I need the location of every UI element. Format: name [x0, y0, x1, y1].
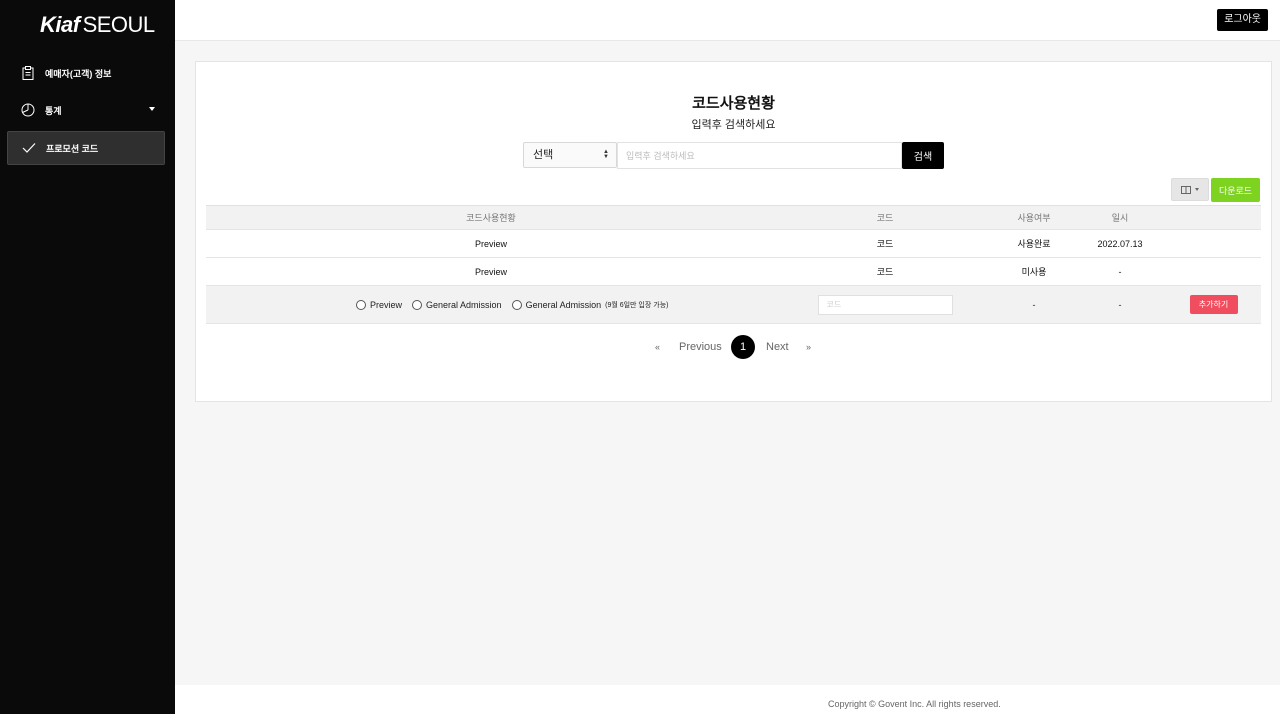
top-bar: 로그아웃 — [175, 0, 1280, 41]
cell-date: - — [1118, 266, 1122, 277]
sidebar-item-label: 통계 — [45, 105, 62, 116]
cell-type: Preview — [474, 238, 507, 249]
cell-status: 미사용 — [1021, 267, 1047, 277]
radio-circle[interactable] — [412, 299, 423, 310]
code-usage-table: 코드사용현황 코드 사용여부 일시 Preview 코드 사용완료 2022.0… — [206, 205, 1261, 324]
table-header-row: 코드사용현황 코드 사용여부 일시 — [206, 205, 1261, 230]
pagination: « Previous 1 Next » — [196, 335, 1271, 359]
table-row: Preview 코드 미사용 - — [206, 258, 1261, 286]
cell-date: - — [1118, 299, 1122, 310]
kiaf-seoul-logo[interactable]: Kiaf SEOUL — [40, 12, 155, 38]
checkmark-icon — [21, 140, 37, 156]
code-input[interactable] — [817, 294, 953, 315]
page-title: 코드사용현황 — [692, 95, 775, 112]
radio-preview[interactable]: Preview — [356, 299, 403, 310]
sidebar-item-label: 예매자(고객) 정보 — [45, 68, 112, 79]
column-header-date[interactable]: 일시 — [1070, 206, 1170, 229]
cell-date: 2022.07.13 — [1097, 238, 1143, 249]
select-value: 선택 — [533, 149, 554, 161]
sidebar-item-label: 프로모션 코드 — [46, 143, 99, 154]
code-usage-card: 코드사용현황 입력후 검색하세요 선택 ▲▼ 검색 다운로드 코드사용현황 코드… — [195, 61, 1272, 402]
copyright-text: Copyright © Govent Inc. All rights reser… — [828, 699, 1001, 709]
chevron-down-icon — [1195, 188, 1199, 191]
search-button[interactable]: 검색 — [902, 142, 944, 169]
add-button-cell: 추가하기 — [1168, 286, 1261, 323]
column-toggle-button[interactable] — [1171, 178, 1209, 201]
code-input-cell — [816, 286, 954, 323]
radio-circle[interactable] — [356, 299, 366, 310]
logo-text-thin: SEOUL — [82, 12, 156, 37]
sidebar-item-statistics[interactable]: 통계 — [7, 93, 165, 127]
radio-label: General Admission — [426, 299, 502, 310]
cell-code: 코드 — [876, 239, 894, 249]
chevron-down-icon — [149, 107, 155, 111]
logo-text-bold: Kiaf — [40, 12, 80, 37]
pie-chart-icon — [20, 102, 36, 118]
last-page-link[interactable]: » — [806, 335, 811, 359]
search-input[interactable] — [617, 142, 902, 169]
previous-page-link[interactable]: Previous — [679, 335, 722, 359]
sidebar-item-promo-code[interactable]: 프로모션 코드 — [7, 131, 165, 165]
page-subtitle: 입력후 검색하세요 — [691, 119, 776, 131]
radio-general-admission[interactable]: General Admission — [412, 299, 502, 310]
add-code-row: Preview General Admission General Admiss… — [206, 286, 1261, 324]
cell-status: 사용완료 — [1017, 239, 1051, 249]
cell-status: - — [1032, 299, 1036, 310]
columns-icon — [1181, 185, 1191, 194]
add-button[interactable]: 추가하기 — [1189, 295, 1238, 314]
search-type-select[interactable]: 선택 ▲ ▼ — [523, 142, 617, 168]
radio-label: Preview — [370, 299, 403, 310]
first-page-link[interactable]: « — [655, 335, 660, 359]
column-header-status[interactable]: 사용여부 — [984, 206, 1084, 229]
current-page[interactable]: 1 — [731, 335, 755, 359]
radio-general-admission-sep6[interactable]: General Admission (9월 6일만 입장 가능) — [511, 299, 669, 310]
select-arrows-icon: ▲ ▼ — [603, 149, 609, 160]
cell-type: Preview — [474, 266, 507, 277]
logout-button[interactable]: 로그아웃 — [1217, 9, 1268, 31]
next-page-link[interactable]: Next — [766, 335, 789, 359]
download-button[interactable]: 다운로드 — [1211, 178, 1260, 202]
radio-circle[interactable] — [511, 299, 522, 310]
column-header-code[interactable]: 코드 — [816, 206, 954, 229]
sidebar-item-customer-info[interactable]: 예매자(고객) 정보 — [7, 56, 165, 90]
clipboard-icon — [20, 65, 36, 81]
cell-code: 코드 — [876, 267, 894, 277]
table-row: Preview 코드 사용완료 2022.07.13 — [206, 230, 1261, 258]
radio-note: (9월 6일만 입장 가능) — [605, 301, 669, 309]
sidebar: Kiaf SEOUL 예매자(고객) 정보 통계 프로모션 코드 — [0, 0, 175, 714]
ticket-type-options: Preview General Admission General Admiss… — [206, 286, 776, 323]
column-header-usage[interactable]: 코드사용현황 — [206, 206, 776, 229]
radio-label: General Admission — [525, 299, 602, 310]
footer: Copyright © Govent Inc. All rights reser… — [175, 685, 1280, 714]
